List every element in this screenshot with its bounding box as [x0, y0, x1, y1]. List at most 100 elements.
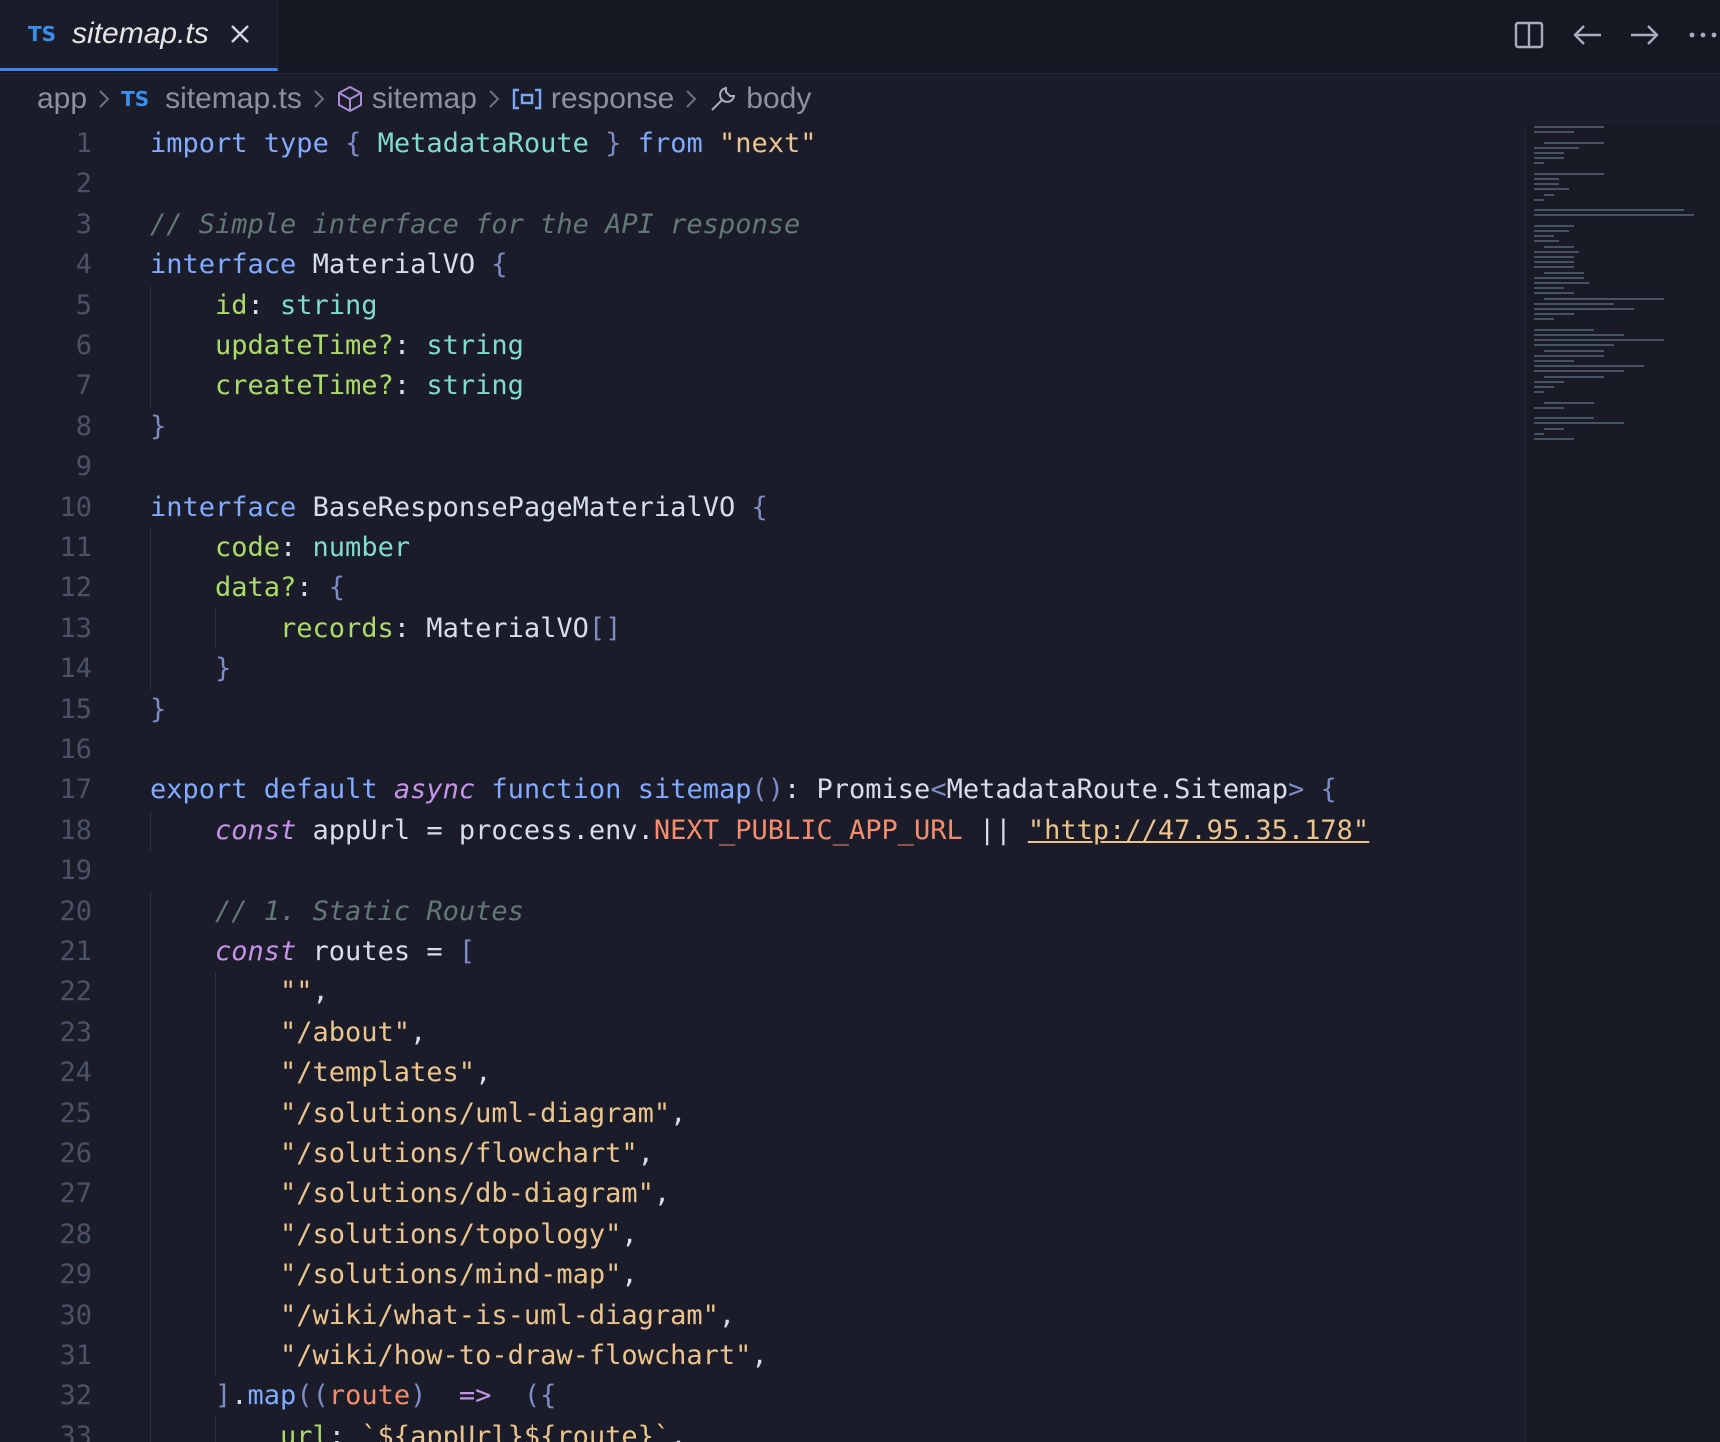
breadcrumb-body[interactable]: body: [708, 82, 811, 116]
code-line[interactable]: 23 "/about",: [0, 1012, 1520, 1054]
code-token: "/solutions/flowchart": [280, 1138, 638, 1169]
minimap-line: [1534, 256, 1574, 258]
code-text: export default async function sitemap():…: [150, 770, 1337, 810]
code-line[interactable]: 3 // Simple interface for the API respons…: [0, 205, 1520, 245]
code-line[interactable]: 7 createTime?: string: [0, 366, 1520, 407]
code-line[interactable]: 21 const routes = [: [0, 932, 1520, 973]
code-text: import type { MetadataRoute } from "next…: [150, 124, 817, 164]
more-icon[interactable]: [1686, 18, 1720, 52]
indent-guide: [150, 1255, 151, 1296]
code-token: =>: [426, 1380, 524, 1412]
code-line[interactable]: 8}: [0, 407, 1520, 447]
code-line[interactable]: 9: [0, 447, 1520, 487]
code-token: }: [588, 128, 638, 159]
arrow-right-icon[interactable]: [1628, 18, 1662, 52]
minimap[interactable]: [1525, 124, 1720, 1442]
code-text: data?: {: [215, 568, 345, 608]
code-line[interactable]: 24 "/templates",: [0, 1053, 1520, 1094]
code-line[interactable]: 15}: [0, 690, 1520, 730]
indent-guide: [150, 1214, 151, 1256]
minimap-line: [1534, 380, 1564, 383]
indent-guide: [215, 1174, 216, 1215]
code-token: {: [751, 491, 768, 523]
code-text: "/wiki/how-to-draw-flowchart",: [280, 1336, 768, 1376]
code-line[interactable]: 22 "",: [0, 972, 1520, 1013]
code-token: (): [751, 774, 785, 806]
code-line[interactable]: 11 code: number: [0, 528, 1520, 569]
breadcrumb-sitemap[interactable]: sitemap: [336, 82, 477, 116]
tab-sitemap-ts[interactable]: TS sitemap.ts: [0, 0, 278, 71]
code-token: number: [312, 532, 411, 563]
minimap-line: [1534, 313, 1574, 316]
arrow-left-icon[interactable]: [1570, 18, 1604, 52]
code-line[interactable]: 16: [0, 730, 1520, 770]
code-line[interactable]: 2: [0, 164, 1520, 204]
line-number: 22: [59, 976, 92, 1008]
code-line[interactable]: 20 // 1. Static Routes: [0, 891, 1520, 932]
code-text: // 1. Static Routes: [215, 892, 524, 932]
code-text: }: [150, 407, 166, 447]
breadcrumb-app[interactable]: app: [37, 82, 87, 116]
code-text: const appUrl = process.env.NEXT_PUBLIC_A…: [215, 811, 1369, 851]
indent-guide: [215, 972, 216, 1013]
code-line[interactable]: 26 "/solutions/flowchart",: [0, 1134, 1520, 1175]
indent-guide: [150, 1053, 151, 1094]
minimap-line: [1534, 432, 1544, 435]
line-number: 31: [59, 1340, 92, 1371]
breadcrumb-label: sitemap: [371, 82, 477, 115]
code-text: ].map((route) => ({: [215, 1376, 556, 1416]
minimap-line: [1544, 349, 1604, 352]
indent-guide: [150, 972, 151, 1013]
line-number: 18: [59, 814, 92, 846]
code-token: interface: [150, 249, 313, 281]
code-line[interactable]: 33 url: `${appUrl}${route}`,: [0, 1416, 1520, 1442]
code-token: ((: [296, 1380, 329, 1412]
code-line[interactable]: 32 ].map((route) => ({: [0, 1376, 1520, 1417]
minimap-line: [1534, 292, 1574, 295]
code-line[interactable]: 27 "/solutions/db-diagram",: [0, 1174, 1520, 1215]
close-icon[interactable]: [229, 23, 251, 45]
code-line[interactable]: 18 const appUrl = process.env.NEXT_PUBLIC…: [0, 810, 1520, 852]
minimap-line: [1534, 386, 1554, 388]
code-line[interactable]: 6 updateTime?: string: [0, 326, 1520, 367]
editor-actions: [1512, 18, 1720, 52]
code-line[interactable]: 12 data?: {: [0, 568, 1520, 609]
code-line[interactable]: 31 "/wiki/how-to-draw-flowchart",: [0, 1336, 1520, 1377]
code-token: {: [345, 128, 378, 159]
code-line[interactable]: 1 import type { MetadataRoute } from "nex…: [0, 124, 1520, 164]
code-token: string: [426, 370, 524, 402]
code-token: createTime?: [215, 370, 394, 402]
minimap-line: [1534, 360, 1574, 362]
code-token: .: [231, 1380, 248, 1412]
code-text: "/solutions/flowchart",: [280, 1134, 654, 1174]
code-line[interactable]: 28 "/solutions/topology",: [0, 1214, 1520, 1256]
split-editor-icon[interactable]: [1512, 18, 1546, 52]
breadcrumb-sitemap-ts[interactable]: TS sitemap.ts: [121, 82, 302, 116]
indent-guide: [150, 649, 151, 690]
code-line[interactable]: 14}: [0, 649, 1520, 690]
code-line[interactable]: 13 records: MaterialVO[]: [0, 608, 1520, 650]
code-token: :: [296, 572, 329, 604]
line-number: 1: [75, 128, 92, 159]
code-line[interactable]: 25 "/solutions/uml-diagram",: [0, 1093, 1520, 1134]
line-number: 32: [59, 1380, 92, 1412]
code-line[interactable]: 29 "/solutions/mind-map",: [0, 1255, 1520, 1296]
code-line[interactable]: 5 id: string: [0, 285, 1520, 326]
code-editor[interactable]: 1 import type { MetadataRoute } from "nex…: [0, 124, 1520, 1442]
code-token: type: [263, 128, 346, 159]
minimap-line: [1544, 427, 1564, 430]
code-token: ,: [621, 1259, 638, 1291]
indent-guide: [150, 1093, 151, 1134]
code-line[interactable]: 19: [0, 851, 1520, 891]
code-token: [: [458, 936, 476, 967]
minimap-line: [1534, 276, 1584, 279]
code-line[interactable]: 30 "/wiki/what-is-uml-diagram",: [0, 1295, 1520, 1336]
code-line[interactable]: 4 interface MaterialVO {: [0, 245, 1520, 285]
code-token: ): [410, 1380, 427, 1412]
code-token: {: [328, 572, 346, 604]
code-text: }: [215, 649, 231, 689]
breadcrumb-response[interactable]: response: [511, 82, 674, 116]
code-line[interactable]: 17 export default async function sitemap(…: [0, 770, 1520, 810]
code-line[interactable]: 10 interface BaseResponsePageMaterialVO {: [0, 488, 1520, 528]
code-token: `${appUrl}${route}`: [361, 1420, 671, 1442]
